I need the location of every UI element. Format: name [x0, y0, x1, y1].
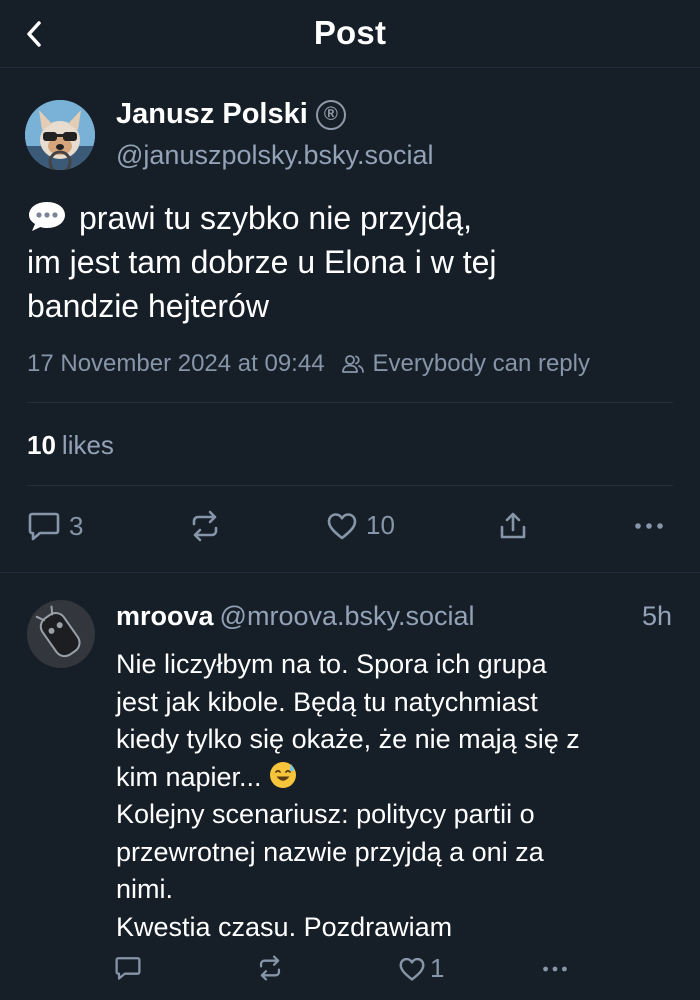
author-name[interactable]: Janusz Polski ®	[116, 98, 346, 131]
post-meta: 17 November 2024 at 09:44 Everybody can …	[27, 350, 590, 378]
heart-icon	[399, 957, 425, 981]
author-handle[interactable]: @januszpolsky.bsky.social	[116, 140, 434, 171]
divider	[27, 485, 673, 486]
post-text-line: prawi tu szybko nie przyjdą,	[27, 196, 677, 240]
reply-text-line: jest jak kibole. Będą tu natychmiast	[116, 686, 538, 717]
registered-icon: ®	[315, 99, 346, 130]
reply-repost-button[interactable]	[256, 955, 284, 981]
section-divider	[0, 572, 700, 573]
repost-button[interactable]	[188, 510, 222, 542]
reply-text-line: Nie liczyłbym na to. Spora ich grupa	[116, 649, 547, 679]
more-horizontal-icon	[543, 966, 567, 972]
author-avatar[interactable]	[25, 100, 95, 170]
share-icon	[500, 512, 526, 539]
reply-count: 3	[69, 510, 84, 541]
reply-more-options-button[interactable]	[540, 957, 570, 981]
author-name-text: Janusz Polski	[116, 98, 308, 130]
reply-button[interactable]: 3	[27, 510, 83, 542]
reply-text-line: przewrotnej nazwie przyjdą a oni za	[116, 836, 544, 867]
repost-icon	[259, 955, 281, 981]
like-count: 10	[366, 510, 395, 540]
reply-author-handle[interactable]: @mroova.bsky.social	[220, 601, 475, 631]
comment-icon	[28, 512, 60, 541]
post-text: prawi tu szybko nie przyjdą, im jest tam…	[27, 196, 677, 328]
more-options-button[interactable]	[633, 512, 665, 540]
heart-icon	[327, 512, 357, 539]
reply-author-avatar[interactable]	[27, 600, 95, 668]
reply-header: mroova @mroova.bsky.social	[116, 601, 475, 632]
repost-icon	[192, 510, 218, 542]
dog-avatar-image	[25, 100, 95, 170]
reply-avatar-image	[27, 600, 95, 668]
likes-label: likes	[61, 430, 114, 460]
people-icon	[341, 355, 364, 373]
post-timestamp: 17 November 2024 at 09:44	[27, 350, 325, 377]
reply-comment-button[interactable]	[114, 955, 142, 981]
reply-setting[interactable]: Everybody can reply	[341, 350, 590, 378]
speech-bubble-icon	[29, 202, 65, 231]
top-bar: Post	[0, 0, 700, 68]
reply-like-count: 1	[430, 953, 445, 983]
reply-text-line: Kwestia czasu. Pozdrawiam	[116, 911, 453, 942]
reply-setting-label: Everybody can reply	[372, 350, 590, 377]
reply-time: 5h	[641, 601, 672, 631]
reply-text-line: nimi.	[116, 874, 174, 904]
reply-like-button[interactable]: 1	[398, 953, 444, 984]
comment-icon	[115, 957, 141, 980]
sweat-smile-emoji-icon	[269, 761, 296, 788]
reply-text-line: kim napier...	[116, 759, 686, 797]
reply-text-line: Kolejny scenariusz: politycy partii o	[116, 799, 535, 829]
like-button[interactable]: 10	[326, 510, 395, 541]
post-text-line: im jest tam dobrze u Elona i w tej	[27, 244, 497, 280]
reply-author-name[interactable]: mroova	[116, 601, 214, 631]
likes-count: 10	[27, 430, 56, 460]
reply-text: Nie liczyłbym na to. Spora ich grupa jes…	[116, 646, 686, 946]
post-text-line: bandzie hejterów	[27, 288, 269, 324]
reply-text-line: kiedy tylko się okaże, że nie mają się z	[116, 724, 580, 754]
likes-summary[interactable]: 10 likes	[27, 430, 114, 461]
divider	[27, 402, 673, 403]
more-horizontal-icon	[635, 523, 663, 529]
page-title: Post	[313, 14, 387, 51]
share-button[interactable]	[497, 510, 529, 542]
